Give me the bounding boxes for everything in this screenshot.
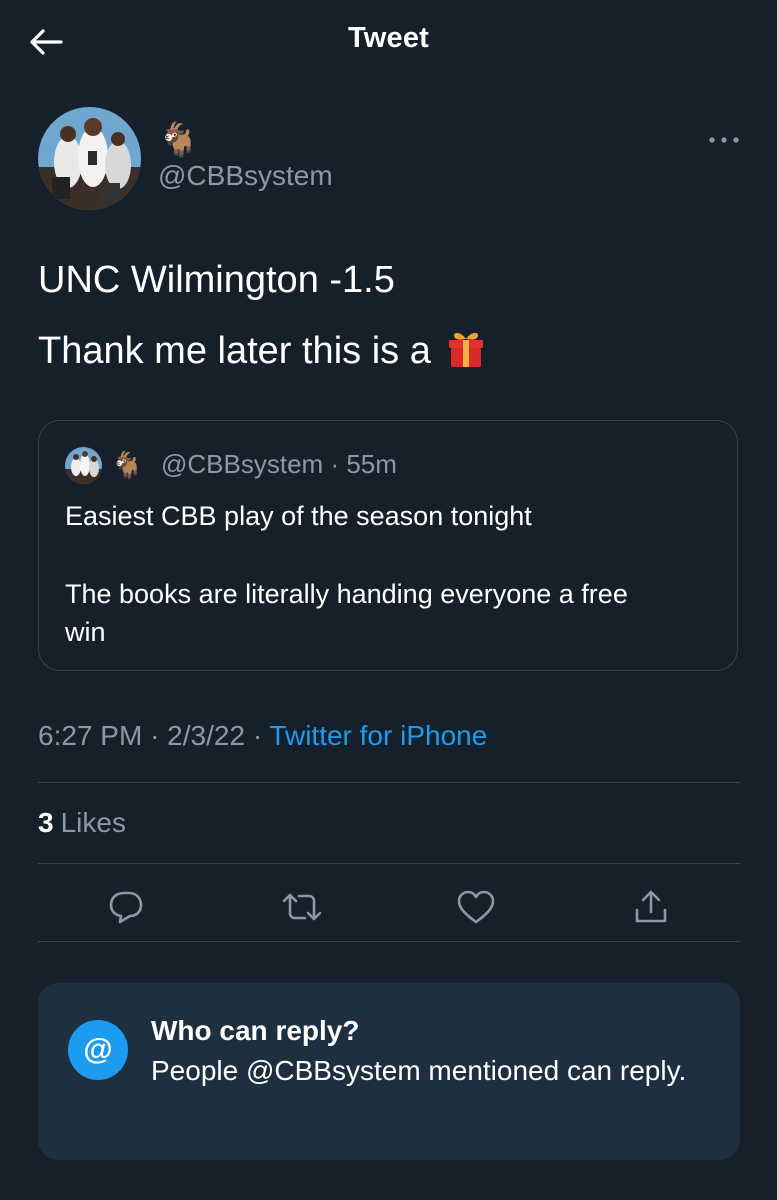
- tweet-source-link[interactable]: Twitter for iPhone: [269, 720, 487, 751]
- tweet-text-line-2: Thank me later this is a: [38, 327, 487, 374]
- likes-label: Likes: [60, 807, 126, 838]
- more-options-button[interactable]: [702, 124, 746, 156]
- quoted-avatar: [65, 447, 102, 484]
- retweet-button[interactable]: [277, 885, 327, 929]
- more-horizontal-icon: [709, 137, 739, 143]
- quoted-text-line-3: win: [65, 617, 106, 647]
- meta-separator-1: ·: [150, 720, 160, 751]
- author-avatar[interactable]: [38, 107, 141, 210]
- who-can-reply-description: People @CBBsystem mentioned can reply.: [151, 1055, 687, 1086]
- tweet-text-line-2-label: Thank me later this is a: [38, 330, 431, 372]
- likes-stat[interactable]: 3 Likes: [38, 807, 126, 839]
- meta-separator-2: ·: [252, 720, 263, 751]
- divider: [38, 782, 740, 783]
- who-can-reply-title: Who can reply?: [151, 1015, 360, 1046]
- divider: [38, 863, 740, 864]
- heart-icon: [457, 890, 495, 924]
- reply-button[interactable]: [101, 885, 151, 929]
- gift-icon: [449, 332, 484, 367]
- like-button[interactable]: [451, 885, 501, 929]
- author-handle[interactable]: @CBBsystem: [158, 160, 333, 192]
- divider: [38, 941, 740, 942]
- likes-count: 3: [38, 807, 54, 838]
- author-display-name: 🐐: [158, 121, 200, 158]
- quoted-display-name: 🐐: [111, 450, 144, 480]
- tweet-text-line-1: UNC Wilmington -1.5: [38, 259, 395, 301]
- tweet-date: 2/3/22: [167, 720, 246, 751]
- retweet-icon: [282, 893, 322, 921]
- quoted-handle: @CBBsystem: [161, 449, 324, 479]
- reply-icon: [109, 891, 143, 924]
- quoted-tweet[interactable]: 🐐 @CBBsystem · 55m Easiest CBB play of t…: [38, 420, 738, 671]
- tweet-meta: 6:27 PM · 2/3/22 · Twitter for iPhone: [38, 720, 487, 752]
- share-icon: [635, 890, 667, 923]
- quoted-text-line-2: The books are literally handing everyone…: [65, 579, 628, 609]
- tweet-time: 6:27 PM: [38, 720, 143, 751]
- share-button[interactable]: [626, 885, 676, 929]
- quoted-time: 55m: [346, 449, 397, 479]
- page-title: Tweet: [347, 22, 430, 54]
- at-sign-icon: @: [68, 1020, 128, 1080]
- quoted-separator: ·: [330, 449, 340, 479]
- quoted-text-line-1: Easiest CBB play of the season tonight: [65, 501, 532, 531]
- who-can-reply-panel: @ Who can reply? People @CBBsystem menti…: [38, 983, 740, 1160]
- quoted-meta: @CBBsystem · 55m: [161, 449, 397, 480]
